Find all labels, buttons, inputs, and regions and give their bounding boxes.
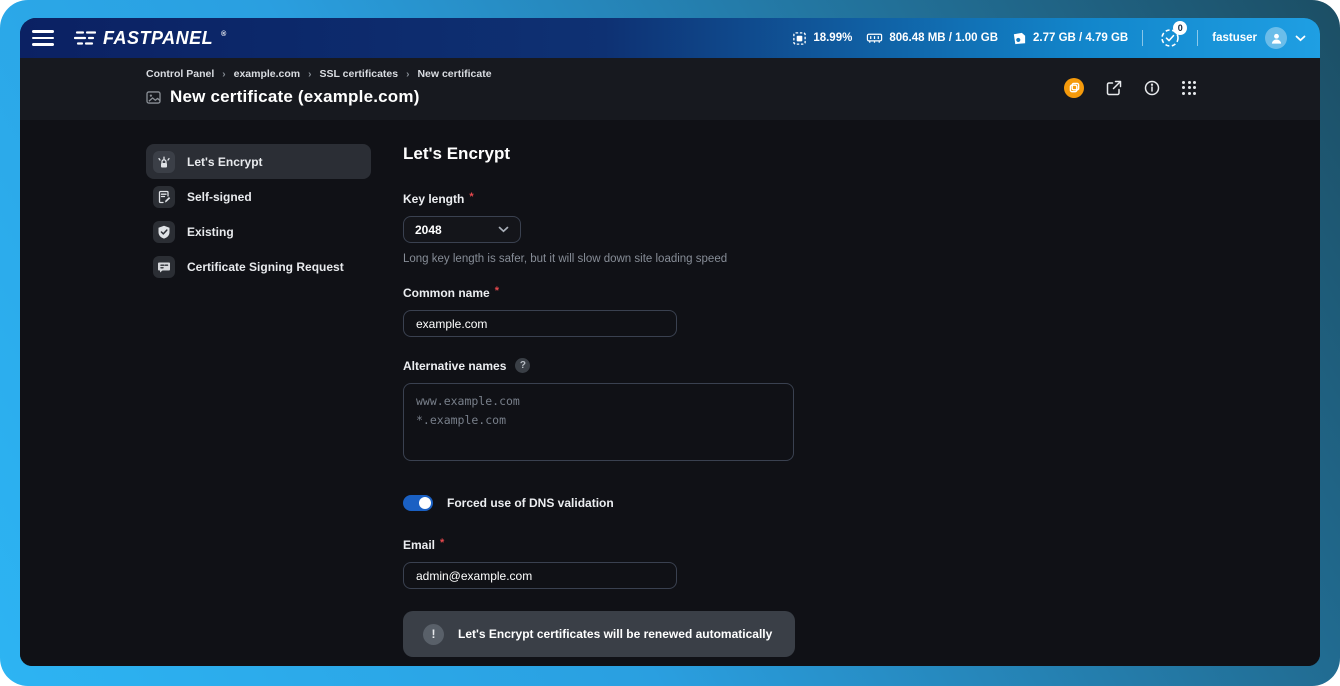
sidebar-item-existing[interactable]: Existing <box>146 214 371 249</box>
page-title: New certificate (example.com) <box>170 87 420 107</box>
help-icon[interactable]: ? <box>515 358 530 373</box>
renewal-notice: ! Let's Encrypt certificates will be ren… <box>403 611 795 657</box>
breadcrumb-separator: › <box>308 69 311 80</box>
key-length-select[interactable]: 2048 <box>403 216 521 243</box>
form-heading: Let's Encrypt <box>403 144 795 164</box>
csr-icon <box>153 256 175 278</box>
username: fastuser <box>1212 32 1257 44</box>
sidebar-item-lets-encrypt[interactable]: Let's Encrypt <box>146 144 371 179</box>
email-label: Email <box>403 538 435 552</box>
chevron-down-icon <box>1295 35 1306 42</box>
common-name-input[interactable] <box>403 310 677 337</box>
page-image-icon <box>146 91 161 104</box>
breadcrumb-current: New certificate <box>417 68 491 80</box>
cpu-usage-value: 18.99% <box>813 32 852 44</box>
certificate-type-sidebar: Let's Encrypt Self-signed <box>146 144 371 666</box>
key-length-group: Key length * 2048 Long key length is saf… <box>403 192 795 265</box>
main-content: Let's Encrypt Self-signed <box>20 120 1320 666</box>
topbar-divider <box>1197 30 1198 46</box>
shield-check-icon <box>153 221 175 243</box>
dns-validation-toggle[interactable] <box>403 495 433 511</box>
sidebar-item-label: Certificate Signing Request <box>187 260 344 274</box>
required-marker: * <box>440 537 444 549</box>
tasks-button[interactable]: 0 <box>1157 25 1183 51</box>
breadcrumb-separator: › <box>406 69 409 80</box>
self-signed-icon <box>153 186 175 208</box>
ram-usage-stat: 806.48 MB / 1.00 GB <box>866 31 998 45</box>
disk-icon <box>1012 31 1027 46</box>
apps-grid-icon[interactable] <box>1182 81 1196 95</box>
sidebar-item-self-signed[interactable]: Self-signed <box>146 179 371 214</box>
brand-name: FASTPANEL <box>103 28 213 49</box>
key-length-value: 2048 <box>415 223 442 237</box>
app-window: FASTPANEL ® 18.99% <box>20 18 1320 666</box>
alternative-names-label: Alternative names <box>403 359 506 373</box>
sidebar-item-label: Existing <box>187 225 234 239</box>
external-link-icon[interactable] <box>1106 80 1122 96</box>
exclamation-icon: ! <box>423 624 444 645</box>
page-header: Control Panel › example.com › SSL certif… <box>20 58 1320 120</box>
menu-toggle-button[interactable] <box>32 29 56 47</box>
lets-encrypt-icon <box>153 151 175 173</box>
key-length-hint: Long key length is safer, but it will sl… <box>403 253 795 265</box>
alternative-names-group: Alternative names ? <box>403 358 795 466</box>
breadcrumb-separator: › <box>222 69 225 80</box>
dns-validation-label: Forced use of DNS validation <box>447 496 614 510</box>
topbar: FASTPANEL ® 18.99% <box>20 18 1320 58</box>
lets-encrypt-form: Let's Encrypt Key length * 2048 Long key… <box>403 144 795 666</box>
common-name-label: Common name <box>403 286 490 300</box>
dns-validation-row: Forced use of DNS validation <box>403 495 795 511</box>
fastpanel-logo[interactable]: FASTPANEL ® <box>74 28 225 49</box>
tasks-badge: 0 <box>1173 21 1187 35</box>
breadcrumb-site[interactable]: example.com <box>234 68 301 80</box>
required-marker: * <box>495 285 499 297</box>
breadcrumb: Control Panel › example.com › SSL certif… <box>146 68 492 80</box>
window-frame: FASTPANEL ® 18.99% <box>0 0 1340 686</box>
email-input[interactable] <box>403 562 677 589</box>
cpu-usage-stat: 18.99% <box>792 31 852 46</box>
info-icon[interactable] <box>1144 80 1160 96</box>
disk-usage-stat: 2.77 GB / 4.79 GB <box>1012 31 1128 46</box>
user-menu[interactable]: fastuser <box>1212 27 1306 49</box>
renewal-notice-text: Let's Encrypt certificates will be renew… <box>458 627 772 641</box>
required-marker: * <box>469 191 473 203</box>
sidebar-item-label: Let's Encrypt <box>187 155 263 169</box>
ram-usage-value: 806.48 MB / 1.00 GB <box>889 32 998 44</box>
key-length-label: Key length <box>403 192 464 206</box>
breadcrumb-control-panel[interactable]: Control Panel <box>146 68 214 80</box>
topbar-divider <box>1142 30 1143 46</box>
chevron-down-icon <box>498 226 509 233</box>
registered-mark: ® <box>221 31 226 38</box>
sidebar-item-label: Self-signed <box>187 190 252 204</box>
alternative-names-textarea[interactable] <box>403 383 794 461</box>
ram-icon <box>866 31 883 45</box>
fastpanel-logo-icon <box>74 29 96 47</box>
common-name-group: Common name * <box>403 286 795 337</box>
app-status-button[interactable] <box>1064 78 1084 98</box>
breadcrumb-ssl-certificates[interactable]: SSL certificates <box>320 68 399 80</box>
avatar <box>1265 27 1287 49</box>
disk-usage-value: 2.77 GB / 4.79 GB <box>1033 32 1128 44</box>
email-group: Email * <box>403 538 795 589</box>
sidebar-item-csr[interactable]: Certificate Signing Request <box>146 249 371 284</box>
cpu-icon <box>792 31 807 46</box>
